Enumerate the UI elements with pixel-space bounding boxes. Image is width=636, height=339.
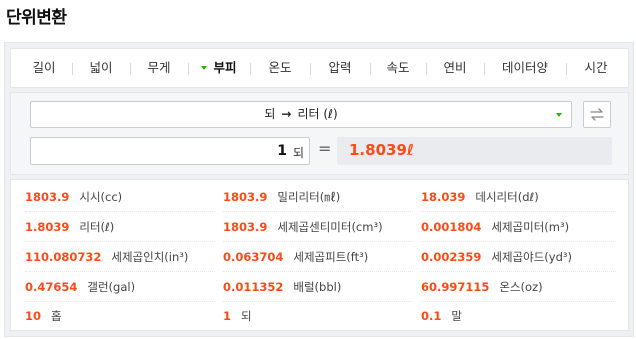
result-item-value: 1803.9 (223, 190, 268, 204)
tab-label: 넓이 (89, 60, 113, 75)
result-item-value: 0.001804 (421, 220, 482, 234)
result-item-unit: 배럴(bbl) (293, 280, 342, 294)
result-item-unit: 온스(oz) (499, 280, 543, 294)
tab-fuel-economy[interactable]: 연비 (427, 49, 483, 87)
swap-icon (590, 108, 604, 121)
tab-label: 속도 (386, 60, 410, 75)
result-item: 1803.9 밀리리터(㎖) (223, 183, 413, 212)
result-item-value: 0.002359 (421, 250, 482, 264)
result-item-value: 0.47654 (25, 280, 78, 294)
to-unit: 리터 (ℓ) (297, 107, 338, 121)
amount-value: 1 (277, 143, 287, 159)
result-item: 10 홉 (25, 302, 215, 331)
tab-volume[interactable]: 부피 (189, 49, 249, 87)
tab-weight[interactable]: 무게 (131, 49, 187, 87)
result-item-unit: 데시리터(dℓ) (475, 190, 539, 204)
result-item-value: 1.8039 (25, 220, 70, 234)
result-item-unit: 세제곱미터(m³) (491, 220, 570, 234)
result-item-value: 1 (223, 309, 232, 323)
swap-units-button[interactable] (583, 101, 611, 128)
arrow-right-icon: → (281, 107, 292, 121)
result-item: 0.1 말 (421, 302, 616, 331)
result-item-value: 1803.9 (25, 190, 70, 204)
tab-label: 압력 (328, 60, 352, 75)
unit-pair-select[interactable]: 되 → 리터 (ℓ) (30, 101, 572, 128)
page-title: 단위변환 (6, 8, 67, 28)
result-item-unit: 세제곱인치(in³) (111, 250, 189, 264)
result-item: 1.8039 리터(ℓ) (25, 213, 215, 242)
result-item-value: 18.039 (421, 190, 466, 204)
tab-label: 길이 (32, 60, 56, 75)
result-item-unit: 말 (451, 309, 462, 323)
tab-label: 온도 (268, 60, 292, 75)
converter-panel: 되 → 리터 (ℓ) 1 되 = 1.8039ℓ (10, 92, 629, 175)
result-item-unit: 갤런(gal) (87, 280, 136, 294)
result-item-unit: 세제곱피트(ft³) (293, 250, 369, 264)
result-item-value: 60.997115 (421, 280, 490, 294)
result-item: 1803.9 세제곱센티미터(cm³) (223, 213, 413, 242)
result-item-value: 0.063704 (223, 250, 284, 264)
results-table: 1803.9 시시(cc) 1803.9 밀리리터(㎖) 18.039 데시리터(dℓ… (10, 179, 629, 331)
result-item: 110.080732 세제곱인치(in³) (25, 243, 215, 272)
result-item-unit: 시시(cc) (79, 190, 123, 204)
tab-pressure[interactable]: 압력 (311, 49, 369, 87)
tab-temperature[interactable]: 온도 (251, 49, 309, 87)
tab-length[interactable]: 길이 (17, 49, 71, 87)
dropdown-caret-icon (556, 113, 562, 117)
amount-unit: 되 (292, 146, 304, 160)
tab-area[interactable]: 넓이 (73, 49, 129, 87)
tab-label: 부피 (213, 60, 237, 75)
equals-sign: = (318, 139, 332, 158)
tab-label: 연비 (443, 60, 467, 75)
unit-converter-widget: 길이 넓이 무게 부피 온도 압력 속도 연비 데이터양 시간 되 → 리터 (ℓ)… (4, 42, 634, 337)
tab-label: 시간 (584, 60, 608, 75)
result-box: 1.8039ℓ (337, 137, 612, 165)
result-item: 0.011352 배럴(bbl) (223, 273, 413, 302)
result-item-unit: 세제곱야드(yd³) (491, 250, 572, 264)
result-item-value: 1803.9 (223, 220, 268, 234)
result-item: 60.997115 온스(oz) (421, 273, 616, 302)
result-item: 0.47654 갤런(gal) (25, 273, 215, 302)
result-item-unit: 리터(ℓ) (79, 220, 115, 234)
result-item-value: 0.1 (421, 309, 442, 323)
selected-caret-icon (201, 66, 208, 70)
result-value: 1.8039ℓ (349, 141, 414, 159)
category-tabs: 길이 넓이 무게 부피 온도 압력 속도 연비 데이터양 시간 (10, 48, 629, 88)
tab-speed[interactable]: 속도 (371, 49, 425, 87)
result-item-unit: 세제곱센티미터(cm³) (277, 220, 383, 234)
result-item: 18.039 데시리터(dℓ) (421, 183, 616, 212)
result-item-value: 0.011352 (223, 280, 284, 294)
result-item: 0.002359 세제곱야드(yd³) (421, 243, 616, 272)
result-item-unit: 되 (241, 309, 252, 323)
result-item-value: 10 (25, 309, 42, 323)
result-item: 0.063704 세제곱피트(ft³) (223, 243, 413, 272)
from-unit: 되 (264, 107, 276, 121)
tab-label: 무게 (147, 60, 171, 75)
result-item-unit: 밀리리터(㎖) (277, 190, 341, 204)
tab-label: 데이터양 (501, 60, 548, 75)
result-item-value: 110.080732 (25, 250, 102, 264)
result-item: 1803.9 시시(cc) (25, 183, 215, 212)
tab-time[interactable]: 시간 (567, 49, 625, 87)
result-item: 1되 (223, 302, 413, 331)
tab-data-size[interactable]: 데이터양 (485, 49, 565, 87)
amount-input[interactable]: 1 되 (30, 137, 310, 165)
result-item: 0.001804 세제곱미터(m³) (421, 213, 616, 242)
result-item-unit: 홉 (51, 309, 62, 323)
